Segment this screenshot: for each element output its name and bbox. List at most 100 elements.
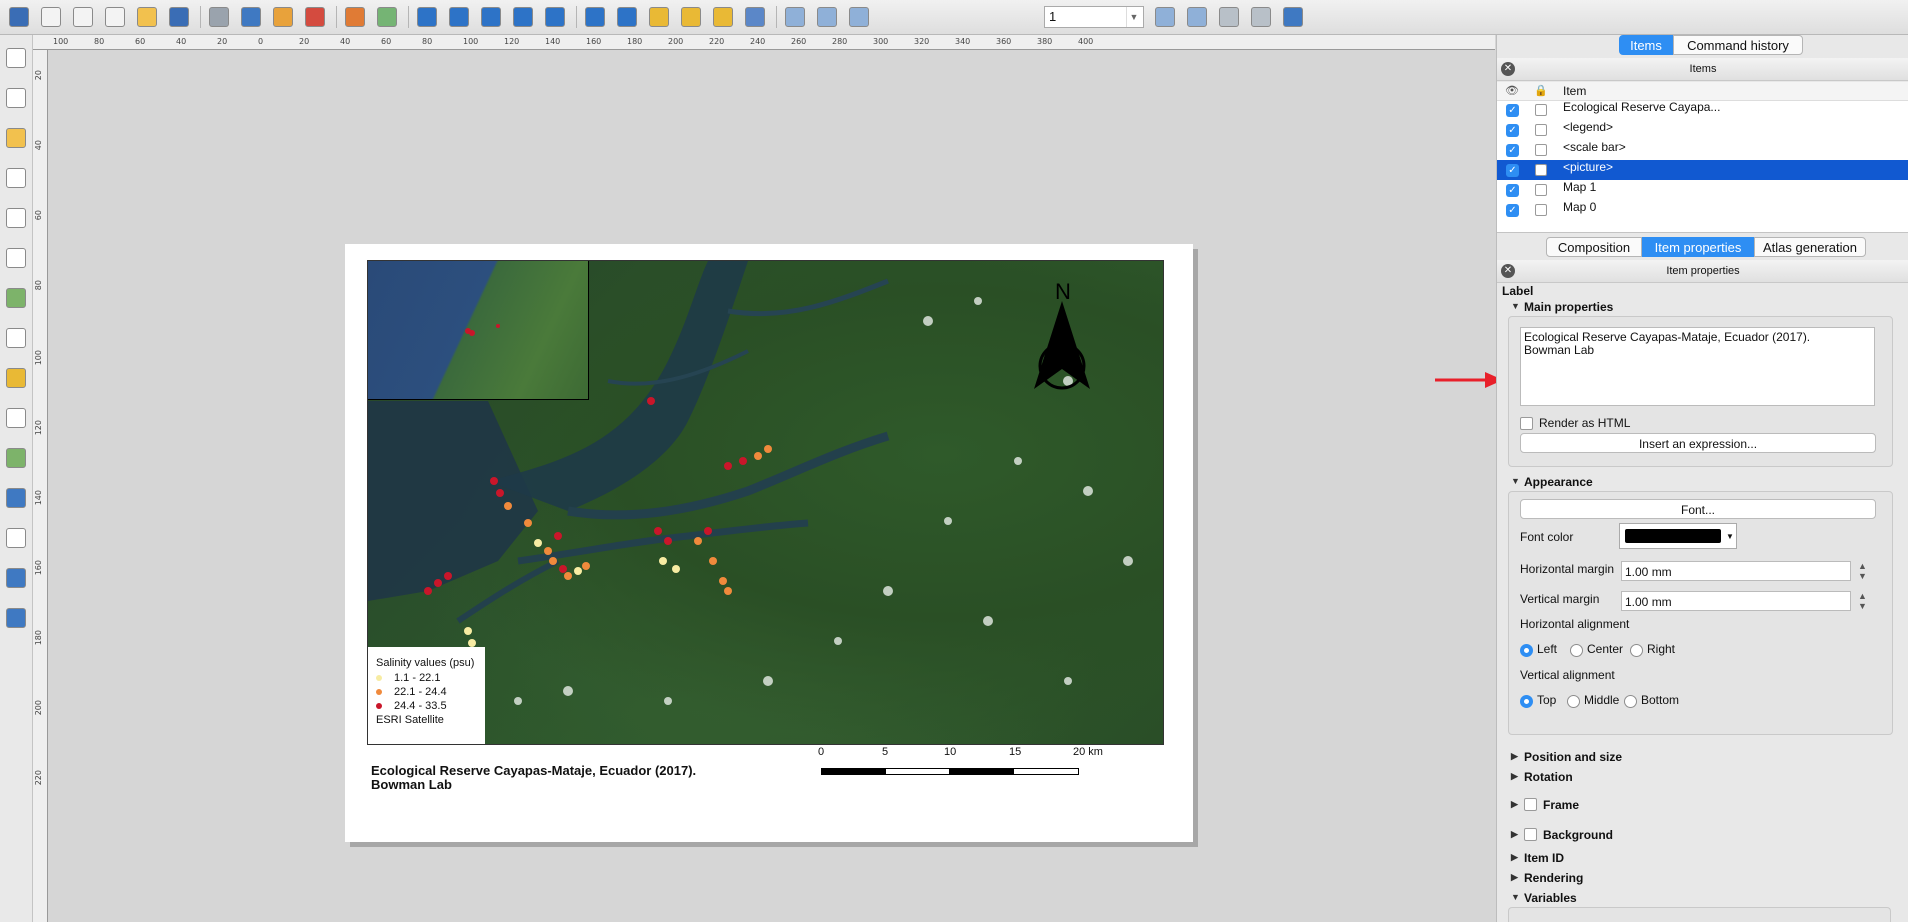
last-feature-icon-button[interactable]: [1184, 4, 1210, 30]
raise-items-icon-button[interactable]: [710, 4, 736, 30]
atlas-preview-icon-button[interactable]: [782, 4, 808, 30]
horizontal-margin-input[interactable]: 1.00 mm: [1621, 561, 1851, 581]
first-feature-icon-button[interactable]: [814, 4, 840, 30]
chevron-down-icon[interactable]: ▼: [1126, 7, 1141, 27]
page-number-combo[interactable]: 1 ▼: [1044, 6, 1144, 28]
zoom-actual-icon-button[interactable]: [446, 4, 472, 30]
zoom-in-icon-button[interactable]: [478, 4, 504, 30]
add-shape-tool[interactable]: [3, 445, 29, 471]
lock-checkbox[interactable]: [1535, 164, 1547, 176]
main-properties-header[interactable]: ▼ Main properties: [1511, 300, 1613, 314]
h-align-center-radio[interactable]: [1570, 644, 1583, 657]
visibility-checkbox[interactable]: ✓: [1506, 124, 1519, 137]
item-id-header[interactable]: ▶ Item ID: [1511, 851, 1564, 865]
label-text-editor[interactable]: Ecological Reserve Cayapas-Mataje, Ecuad…: [1520, 327, 1875, 406]
frame-checkbox[interactable]: [1524, 798, 1537, 811]
h-align-left-radio[interactable]: [1520, 644, 1533, 657]
align-items-icon-button[interactable]: [742, 4, 768, 30]
undo-icon-button[interactable]: [342, 4, 368, 30]
items-row[interactable]: ✓ <legend>: [1497, 120, 1908, 140]
composition-page[interactable]: N Salinity values (psu) 1.1 - 22.1 22.1 …: [345, 244, 1193, 842]
save-icon-button[interactable]: [6, 4, 32, 30]
h-align-right-radio[interactable]: [1630, 644, 1643, 657]
tab-item-properties[interactable]: Item properties: [1642, 237, 1754, 257]
v-align-bottom-radio[interactable]: [1624, 695, 1637, 708]
background-checkbox[interactable]: [1524, 828, 1537, 841]
composer-manager-icon-button[interactable]: [102, 4, 128, 30]
add-arrow-tool[interactable]: [3, 525, 29, 551]
rotation-header[interactable]: ▶ Rotation: [1511, 770, 1573, 784]
variables-header[interactable]: ▼ Variables: [1511, 891, 1577, 905]
render-html-checkbox[interactable]: [1520, 417, 1533, 430]
add-nodes-tool[interactable]: [3, 485, 29, 511]
font-color-button[interactable]: ▼: [1619, 523, 1737, 549]
add-label-tool[interactable]: [3, 325, 29, 351]
vertical-margin-input[interactable]: 1.00 mm: [1621, 591, 1851, 611]
rendering-header[interactable]: ▶ Rendering: [1511, 871, 1583, 885]
visibility-checkbox[interactable]: ✓: [1506, 184, 1519, 197]
duplicate-composer-icon-button[interactable]: [70, 4, 96, 30]
tab-atlas-generation[interactable]: Atlas generation: [1754, 237, 1866, 257]
lock-icon-button[interactable]: [646, 4, 672, 30]
edit-nodes-tool[interactable]: [3, 205, 29, 231]
visibility-checkbox[interactable]: ✓: [1506, 204, 1519, 217]
position-and-size-header[interactable]: ▶ Position and size: [1511, 750, 1622, 764]
v-align-middle-radio[interactable]: [1567, 695, 1580, 708]
zoom-out-icon-button[interactable]: [510, 4, 536, 30]
refresh-icon-button[interactable]: [542, 4, 568, 30]
insert-expression-button[interactable]: Insert an expression...: [1520, 433, 1876, 453]
redo-icon-button[interactable]: [374, 4, 400, 30]
appearance-header[interactable]: ▼ Appearance: [1511, 475, 1593, 489]
composition-title-label[interactable]: Ecological Reserve Cayapas-Mataje, Ecuad…: [371, 764, 751, 792]
items-row[interactable]: ✓ <scale bar>: [1497, 140, 1908, 160]
new-composer-icon-button[interactable]: [38, 4, 64, 30]
add-map-tool[interactable]: [3, 245, 29, 271]
next-feature-icon-button[interactable]: [1152, 4, 1178, 30]
lock-checkbox[interactable]: [1535, 104, 1547, 116]
visibility-checkbox[interactable]: ✓: [1506, 144, 1519, 157]
close-icon[interactable]: ✕: [1501, 62, 1515, 76]
background-header[interactable]: ▶ Background: [1511, 828, 1613, 842]
map-0[interactable]: N Salinity values (psu) 1.1 - 22.1 22.1 …: [367, 260, 1164, 745]
chevron-down-icon[interactable]: ▼: [1726, 532, 1734, 541]
export-image-icon-button[interactable]: [238, 4, 264, 30]
items-row[interactable]: ✓ Map 0: [1497, 200, 1908, 220]
add-legend-tool[interactable]: [3, 365, 29, 391]
map-legend[interactable]: Salinity values (psu) 1.1 - 22.1 22.1 - …: [368, 647, 485, 744]
tab-command-history[interactable]: Command history: [1673, 35, 1803, 55]
ungroup-icon-button[interactable]: [614, 4, 640, 30]
scale-bar[interactable]: 0 5 10 15 20 km: [818, 746, 1151, 786]
overview-map[interactable]: [368, 261, 589, 400]
print-atlas-icon-button[interactable]: [1216, 4, 1242, 30]
unlock-icon-button[interactable]: [678, 4, 704, 30]
zoom-tool-tool[interactable]: [3, 85, 29, 111]
close-icon[interactable]: ✕: [1501, 264, 1515, 278]
group-icon-button[interactable]: [582, 4, 608, 30]
select-move-tool[interactable]: [3, 125, 29, 151]
vertical-margin-spinner[interactable]: ▲ ▼: [1858, 591, 1867, 611]
print-icon-button[interactable]: [206, 4, 232, 30]
export-svg-icon-button[interactable]: [270, 4, 296, 30]
save-template-icon-button[interactable]: [166, 4, 192, 30]
previous-feature-icon-button[interactable]: [846, 4, 872, 30]
visibility-checkbox[interactable]: ✓: [1506, 104, 1519, 117]
lock-checkbox[interactable]: [1535, 144, 1547, 156]
font-button[interactable]: Font...: [1520, 499, 1876, 519]
horizontal-margin-spinner[interactable]: ▲ ▼: [1858, 561, 1867, 581]
export-pdf-icon-button[interactable]: [302, 4, 328, 30]
export-atlas-icon-button[interactable]: [1248, 4, 1274, 30]
north-arrow[interactable]: N: [1026, 279, 1112, 391]
zoom-full-icon-button[interactable]: [414, 4, 440, 30]
visibility-checkbox[interactable]: ✓: [1506, 164, 1519, 177]
lock-checkbox[interactable]: [1535, 184, 1547, 196]
v-align-top-radio[interactable]: [1520, 695, 1533, 708]
items-row[interactable]: ✓ Ecological Reserve Cayapa...: [1497, 100, 1908, 120]
lock-checkbox[interactable]: [1535, 204, 1547, 216]
tab-composition[interactable]: Composition: [1546, 237, 1642, 257]
add-html-tool[interactable]: [3, 605, 29, 631]
move-content-tool[interactable]: [3, 165, 29, 191]
frame-header[interactable]: ▶ Frame: [1511, 798, 1579, 812]
add-table-tool[interactable]: [3, 565, 29, 591]
lock-checkbox[interactable]: [1535, 124, 1547, 136]
items-row[interactable]: ✓ Map 1: [1497, 180, 1908, 200]
